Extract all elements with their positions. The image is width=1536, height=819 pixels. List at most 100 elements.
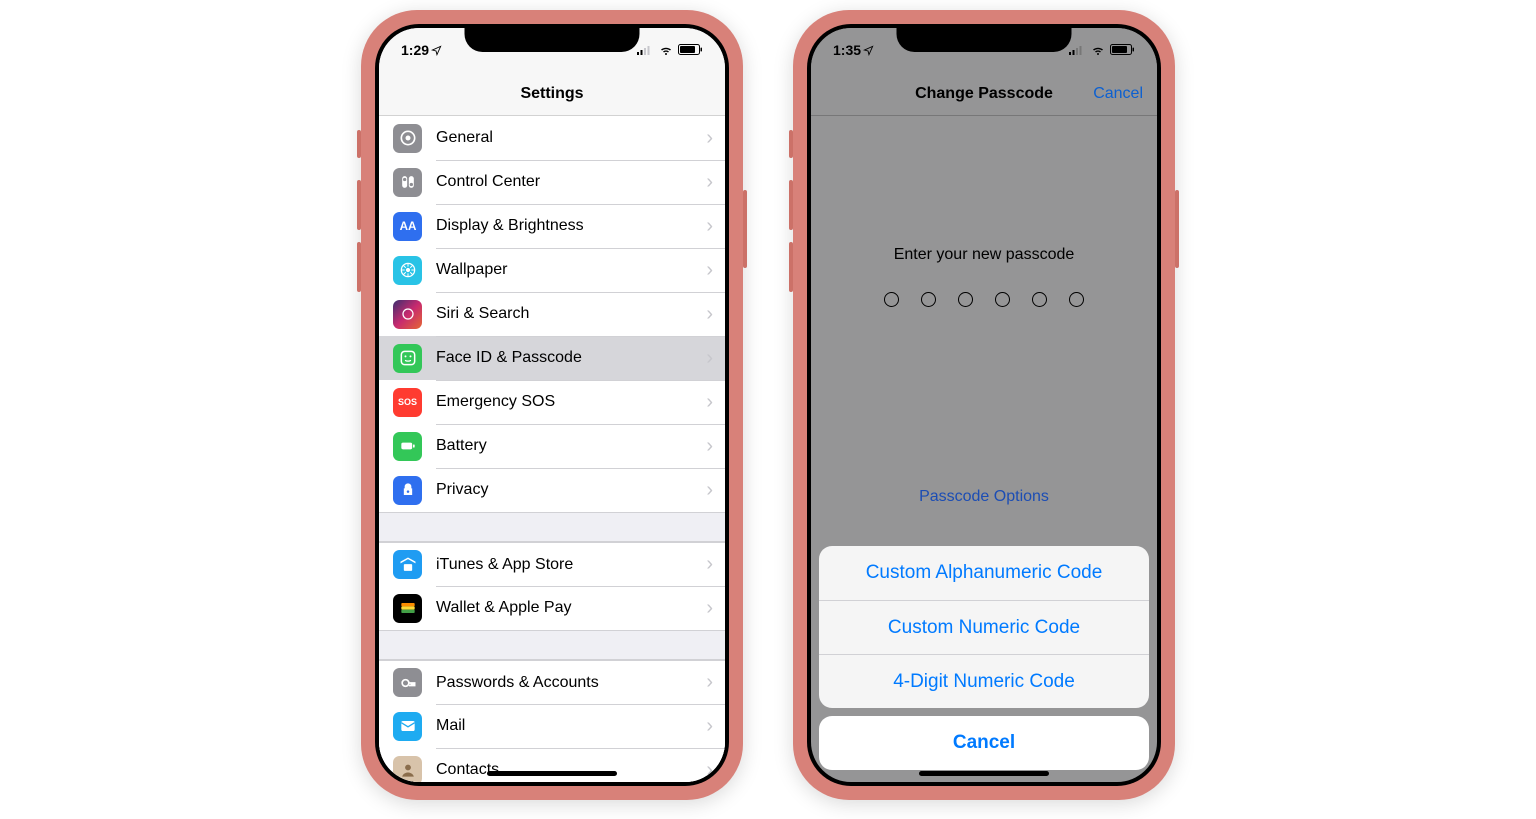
row-label: Display & Brightness [436, 217, 706, 235]
control-icon [393, 168, 422, 197]
sos-icon: SOS [393, 388, 422, 417]
location-icon [863, 45, 874, 56]
passcode-dot [1032, 292, 1047, 307]
passcode-options-link[interactable]: Passcode Options [811, 488, 1157, 506]
itunes-icon [393, 550, 422, 579]
chevron-right-icon: › [706, 171, 725, 194]
nav-title: Change Passcode [915, 85, 1053, 103]
battery-icon [1110, 44, 1135, 56]
nav-bar: Change Passcode Cancel [811, 72, 1157, 116]
cellular-icon [1069, 45, 1086, 56]
passcode-dot [958, 292, 973, 307]
passcode-entry: Enter your new passcode [811, 116, 1157, 307]
wifi-icon [1090, 45, 1106, 56]
row-label: Control Center [436, 173, 706, 191]
faceid-icon [393, 344, 422, 373]
nav-title: Settings [520, 85, 583, 103]
chevron-right-icon: › [706, 391, 725, 414]
cellular-icon [637, 45, 654, 56]
action-sheet-cancel[interactable]: Cancel [819, 716, 1149, 770]
chevron-right-icon: › [706, 127, 725, 150]
settings-row-sos[interactable]: SOS Emergency SOS› [379, 380, 725, 424]
chevron-right-icon: › [706, 715, 725, 738]
iphone-settings: 1:29 Settings General›Control Center›AAD… [361, 10, 743, 800]
chevron-right-icon: › [706, 259, 725, 282]
battery-icon [678, 44, 703, 56]
row-label: General [436, 129, 706, 147]
mail-icon [393, 712, 422, 741]
passwords-icon [393, 668, 422, 697]
settings-row-passwords[interactable]: Passwords & Accounts› [379, 660, 725, 704]
settings-row-siri[interactable]: Siri & Search› [379, 292, 725, 336]
settings-row-wallet[interactable]: Wallet & Apple Pay› [379, 586, 725, 630]
passcode-dot [1069, 292, 1084, 307]
row-label: Battery [436, 437, 706, 455]
general-icon [393, 124, 422, 153]
status-time: 1:35 [833, 42, 861, 58]
passcode-dots [811, 292, 1157, 307]
iphone-change-passcode: 1:35 Change Passcode Cancel Enter your n… [793, 10, 1175, 800]
contacts-icon [393, 756, 422, 783]
passcode-dot [884, 292, 899, 307]
settings-row-general[interactable]: General› [379, 116, 725, 160]
wallpaper-icon [393, 256, 422, 285]
volume-down-button [789, 242, 793, 292]
sheet-option-1[interactable]: Custom Numeric Code [819, 600, 1149, 654]
settings-row-wallpaper[interactable]: Wallpaper› [379, 248, 725, 292]
chevron-right-icon: › [706, 597, 725, 620]
chevron-right-icon: › [706, 553, 725, 576]
chevron-right-icon: › [706, 435, 725, 458]
cancel-nav-button[interactable]: Cancel [1093, 85, 1143, 103]
mute-switch [789, 130, 793, 158]
row-label: Privacy [436, 481, 706, 499]
chevron-right-icon: › [706, 479, 725, 502]
row-label: iTunes & App Store [436, 556, 706, 574]
notch [897, 24, 1072, 52]
settings-row-privacy[interactable]: Privacy› [379, 468, 725, 512]
side-button [743, 190, 747, 268]
volume-up-button [789, 180, 793, 230]
side-button [1175, 190, 1179, 268]
nav-bar: Settings [379, 72, 725, 116]
chevron-right-icon: › [706, 303, 725, 326]
privacy-icon [393, 476, 422, 505]
wifi-icon [658, 45, 674, 56]
home-indicator[interactable] [487, 771, 617, 776]
home-indicator[interactable] [919, 771, 1049, 776]
settings-row-control[interactable]: Control Center› [379, 160, 725, 204]
row-label: Mail [436, 717, 706, 735]
wallet-icon [393, 594, 422, 623]
chevron-right-icon: › [706, 759, 725, 782]
settings-row-contacts[interactable]: Contacts› [379, 748, 725, 782]
settings-row-battery[interactable]: Battery› [379, 424, 725, 468]
row-label: Wallpaper [436, 261, 706, 279]
display-icon: AA [393, 212, 422, 241]
row-label: Passwords & Accounts [436, 674, 706, 692]
battery-icon [393, 432, 422, 461]
settings-row-mail[interactable]: Mail› [379, 704, 725, 748]
group-gap [379, 630, 725, 660]
status-time: 1:29 [401, 42, 429, 58]
settings-row-faceid[interactable]: Face ID & Passcode› [379, 336, 725, 380]
svg-text:AA: AA [399, 220, 416, 233]
action-sheet: Custom Alphanumeric CodeCustom Numeric C… [819, 546, 1149, 770]
sheet-option-0[interactable]: Custom Alphanumeric Code [819, 546, 1149, 600]
mute-switch [357, 130, 361, 158]
volume-down-button [357, 242, 361, 292]
row-label: Wallet & Apple Pay [436, 599, 706, 617]
volume-up-button [357, 180, 361, 230]
siri-icon [393, 300, 422, 329]
location-icon [431, 45, 442, 56]
settings-row-display[interactable]: AA Display & Brightness› [379, 204, 725, 248]
row-label: Face ID & Passcode [436, 349, 706, 367]
group-gap [379, 512, 725, 542]
row-label: Emergency SOS [436, 393, 706, 411]
settings-row-itunes[interactable]: iTunes & App Store› [379, 542, 725, 586]
settings-list[interactable]: General›Control Center›AADisplay & Brigh… [379, 116, 725, 782]
chevron-right-icon: › [706, 347, 725, 370]
chevron-right-icon: › [706, 215, 725, 238]
row-label: Contacts [436, 761, 706, 779]
passcode-prompt: Enter your new passcode [811, 246, 1157, 264]
sheet-option-2[interactable]: 4-Digit Numeric Code [819, 654, 1149, 708]
passcode-dot [921, 292, 936, 307]
